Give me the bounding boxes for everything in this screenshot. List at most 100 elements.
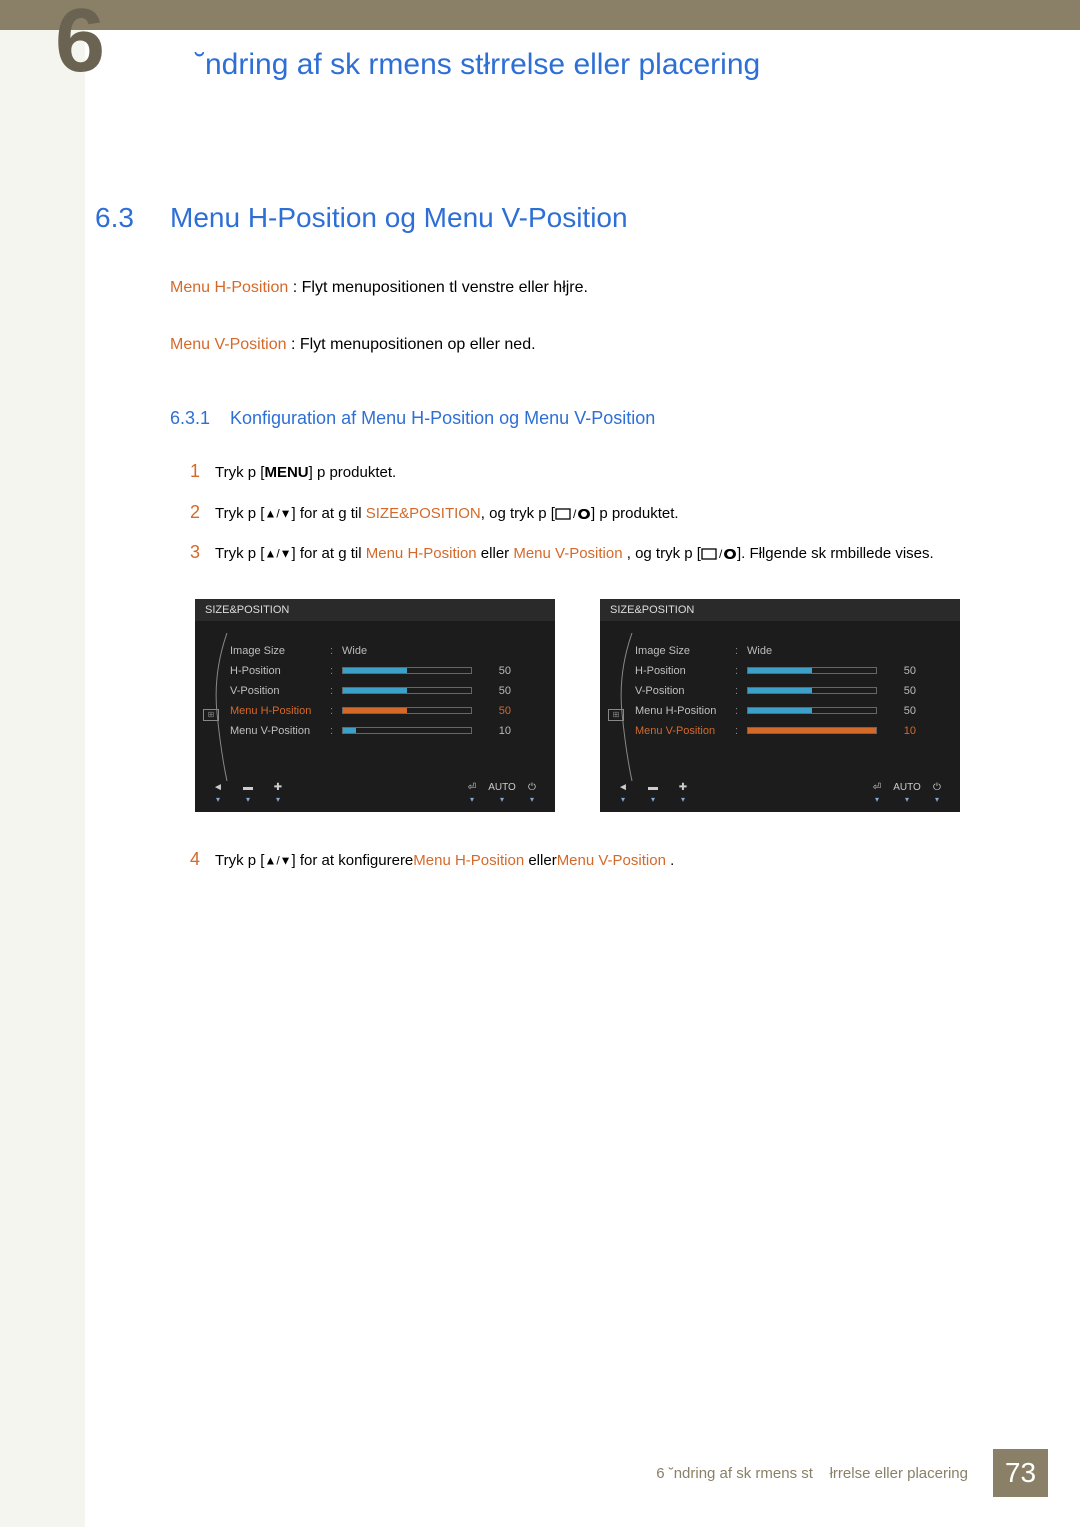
updown-icon: ▲/▼: [264, 854, 291, 868]
left-margin-stripe: [0, 30, 85, 1527]
desc2-text: : Flyt menupositionen op eller ned.: [287, 336, 536, 353]
t: eller: [477, 545, 514, 562]
menu-v-label: Menu V-Position: [557, 852, 666, 869]
osd-btn-power: ⏻▾: [517, 782, 547, 802]
osd-btn-plus: ✚▾: [668, 782, 698, 802]
osd-title: SIZE&POSITION: [600, 599, 960, 621]
t: ] for at g til: [292, 545, 366, 562]
t: ] for at g til: [292, 505, 366, 522]
page-content: ˘ndring af sk rmens stłrrelse eller plac…: [95, 30, 1040, 1447]
osd-row-image-size: Image Size: Wide: [635, 641, 938, 661]
osd-btn-minus: ▬▾: [233, 782, 263, 802]
osd-panel-right: SIZE&POSITION ⊞ Image Size: Wide H-Posit…: [600, 599, 960, 812]
l: V-Position: [635, 685, 735, 697]
t: Tryk p [: [215, 545, 264, 562]
osd-btn-auto: AUTO▾: [487, 782, 517, 802]
updown-icon: ▲/▼: [264, 506, 291, 520]
osd-btn-enter: ⏎▾: [862, 782, 892, 802]
page-footer: 6 ˘ndring af sk rmens st łrrelse eller p…: [0, 1449, 1048, 1497]
l: Menu H-Position: [230, 705, 330, 717]
t: Tryk p [: [215, 505, 264, 522]
step-3: 3 Tryk p [▲/▼] for at g til Menu H-Posit…: [190, 535, 1040, 569]
chapter-number-badge: 6: [55, 10, 105, 73]
osd-btn-auto: AUTO▾: [892, 782, 922, 802]
step-num: 2: [190, 495, 215, 529]
subsection-heading: 6.3.1 Konfiguration af Menu H-Position o…: [170, 408, 1040, 429]
desc-1: Menu H-Position : Flyt menupositionen tl…: [170, 274, 1040, 301]
menu-h-label: Menu H-Position: [413, 852, 524, 869]
t: .: [666, 852, 674, 869]
step-num: 4: [190, 842, 215, 876]
v: 10: [487, 725, 511, 737]
v: 50: [892, 665, 916, 677]
osd-bracket-curve: [213, 633, 229, 783]
osd-row-image-size: Image Size: Wide: [230, 641, 533, 661]
t: ] p produktet.: [591, 505, 679, 522]
v: 50: [892, 685, 916, 697]
osd-row-menu-v: Menu V-Position: 10: [230, 721, 533, 741]
osd-btn-power: ⏻▾: [922, 782, 952, 802]
v: 50: [892, 705, 916, 717]
l: Image Size: [635, 645, 735, 657]
osd-category-icon: ⊞: [608, 709, 624, 721]
desc2-label: Menu V-Position: [170, 336, 287, 353]
osd-panel-left: SIZE&POSITION ⊞ Image Size: Wide H-Posit…: [195, 599, 555, 812]
top-bar: [0, 0, 1080, 30]
v: Wide: [342, 645, 367, 657]
osd-row-hposition: H-Position: 50: [230, 661, 533, 681]
svg-text:/: /: [719, 547, 723, 561]
t: ] for at konfigurere: [292, 852, 414, 869]
l: H-Position: [230, 665, 330, 677]
chapter-title: ˘ndring af sk rmens stłrrelse eller plac…: [195, 48, 1040, 82]
subsection-title: Konfiguration af Menu H-Position og Menu…: [230, 408, 655, 429]
t: ] p produktet.: [309, 464, 397, 481]
osd-row-vposition: V-Position: 50: [635, 681, 938, 701]
menu-key: MENU: [264, 464, 308, 481]
svg-text:/: /: [573, 507, 577, 521]
menu-h-label: Menu H-Position: [366, 545, 477, 562]
source-enter-icon: /: [701, 547, 737, 561]
subsection-number: 6.3.1: [170, 408, 230, 429]
osd-footer: ◄▾ ▬▾ ✚▾ ⏎▾ AUTO▾ ⏻▾: [600, 776, 960, 812]
v: 50: [487, 685, 511, 697]
step-1: 1 Tryk p [MENU] p produktet.: [190, 454, 1040, 488]
t: , og tryk p [: [481, 505, 555, 522]
t: ]. Fłlgende sk rmbillede vises.: [737, 545, 934, 562]
step-num: 1: [190, 454, 215, 488]
source-enter-icon: /: [555, 507, 591, 521]
t: Tryk p [: [215, 464, 264, 481]
step-list: 1 Tryk p [MENU] p produktet. 2 Tryk p [▲…: [190, 454, 1040, 569]
desc1-text: : Flyt menupositionen tl venstre eller h…: [288, 279, 588, 296]
section-heading: 6.3 Menu H-Position og Menu V-Position: [95, 202, 1040, 234]
l: H-Position: [635, 665, 735, 677]
l: Menu V-Position: [230, 725, 330, 737]
ft1: 6 ˘ndring af sk rmens st: [656, 1465, 813, 1482]
desc-2: Menu V-Position : Flyt menupositionen op…: [170, 331, 1040, 358]
l: Image Size: [230, 645, 330, 657]
l: Menu V-Position: [635, 725, 735, 737]
osd-btn-plus: ✚▾: [263, 782, 293, 802]
l: V-Position: [230, 685, 330, 697]
osd-btn-enter: ⏎▾: [457, 782, 487, 802]
step-4: 4 Tryk p [▲/▼] for at konfigurereMenu H-…: [190, 842, 1040, 876]
osd-row-vposition: V-Position: 50: [230, 681, 533, 701]
v: 10: [892, 725, 916, 737]
osd-row-menu-h: Menu H-Position: 50: [230, 701, 533, 721]
osd-bracket-curve: [618, 633, 634, 783]
page-number: 73: [993, 1449, 1048, 1497]
osd-screenshot-pair: SIZE&POSITION ⊞ Image Size: Wide H-Posit…: [195, 599, 1040, 812]
l: Menu H-Position: [635, 705, 735, 717]
osd-row-hposition: H-Position: 50: [635, 661, 938, 681]
t: , og tryk p [: [623, 545, 701, 562]
osd-btn-minus: ▬▾: [638, 782, 668, 802]
osd-title: SIZE&POSITION: [195, 599, 555, 621]
osd-btn-back: ◄▾: [203, 782, 233, 802]
osd-row-menu-v: Menu V-Position: 10: [635, 721, 938, 741]
osd-footer: ◄▾ ▬▾ ✚▾ ⏎▾ AUTO▾ ⏻▾: [195, 776, 555, 812]
osd-btn-back: ◄▾: [608, 782, 638, 802]
section-number: 6.3: [95, 202, 170, 234]
t: eller: [524, 852, 557, 869]
v: 50: [487, 705, 511, 717]
updown-icon: ▲/▼: [264, 546, 291, 560]
step-list-cont: 4 Tryk p [▲/▼] for at konfigurereMenu H-…: [190, 842, 1040, 876]
